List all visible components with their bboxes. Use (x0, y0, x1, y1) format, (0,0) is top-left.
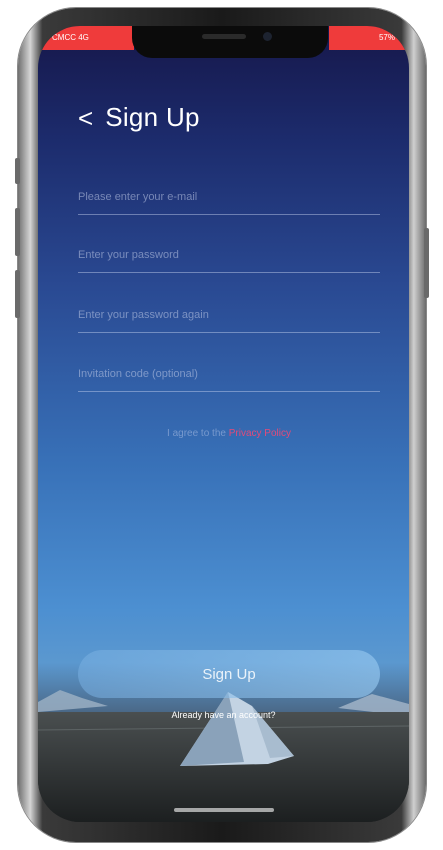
privacy-policy-link[interactable]: Privacy Policy (229, 428, 291, 439)
sign-up-button[interactable]: Sign Up (78, 650, 380, 698)
volume-up-button (15, 208, 20, 256)
password-input[interactable] (78, 244, 380, 266)
page-header: < Sign Up (78, 102, 200, 133)
email-input[interactable] (78, 186, 380, 208)
status-bar-right: 57% (329, 26, 409, 50)
power-button (424, 228, 429, 298)
speaker-grille (202, 34, 246, 39)
home-indicator (174, 808, 274, 812)
front-camera (263, 32, 272, 41)
privacy-agreement: I agree to the Privacy Policy (78, 428, 380, 439)
app-screenshot: CMCC 4G 57% < Sign Up I agree to the Pri… (0, 0, 443, 850)
password-again-field (78, 294, 380, 333)
password-again-input[interactable] (78, 304, 380, 326)
page-title: Sign Up (105, 102, 200, 132)
volume-down-button (15, 270, 20, 318)
phone-notch (132, 26, 328, 58)
agree-text: I agree to the (167, 428, 226, 439)
email-field (78, 176, 380, 215)
invitation-code-input[interactable] (78, 363, 380, 385)
password-field (78, 234, 380, 273)
phone-screen: CMCC 4G 57% < Sign Up I agree to the Pri… (38, 26, 409, 822)
mute-switch (15, 158, 20, 184)
already-have-account-link[interactable]: Already have an account? (38, 710, 409, 720)
chevron-left-icon[interactable]: < (78, 105, 93, 131)
invitation-code-field (78, 353, 380, 392)
status-bar-left: CMCC 4G (38, 26, 134, 50)
